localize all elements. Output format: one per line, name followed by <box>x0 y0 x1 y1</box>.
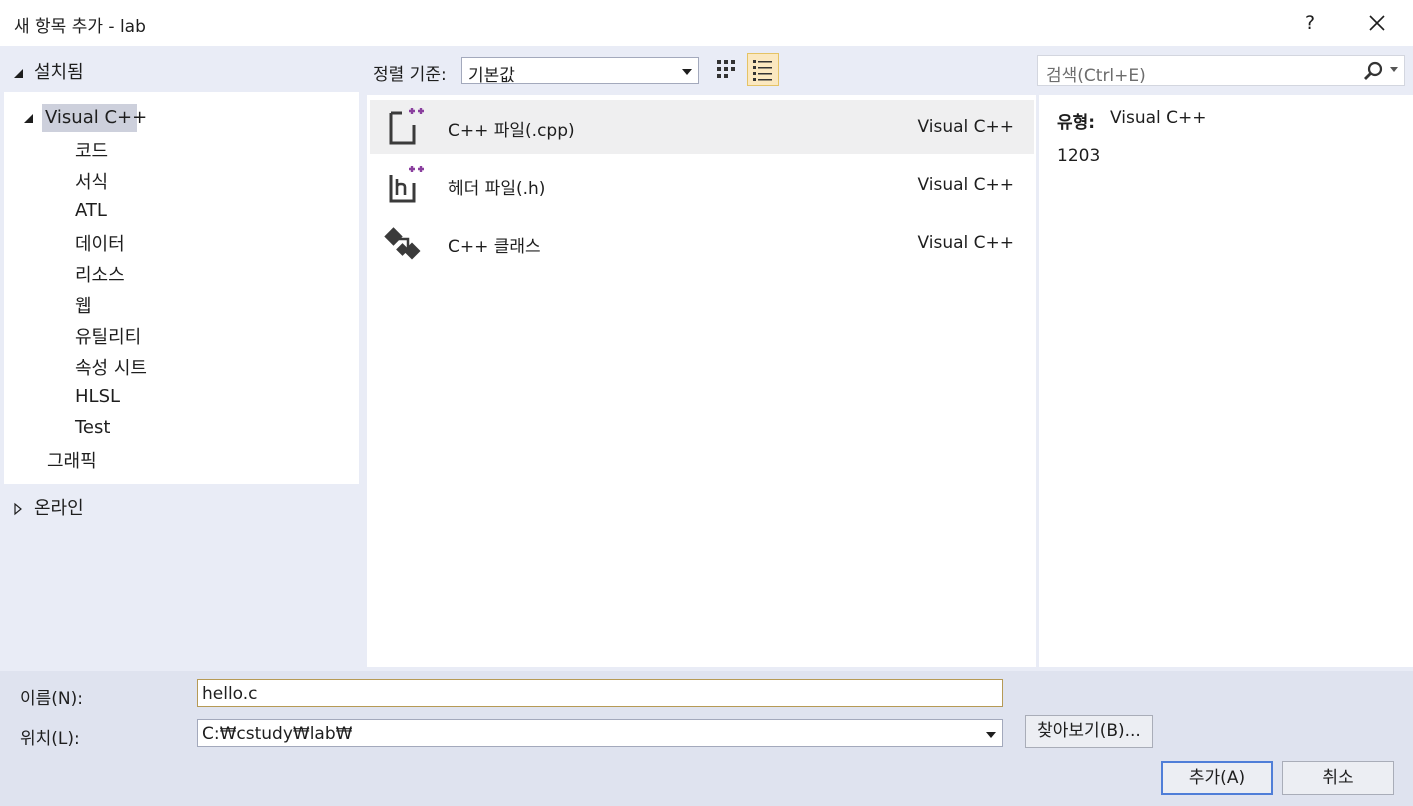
name-value: hello.c <box>202 684 258 704</box>
tree-node-hlsl[interactable]: HLSL <box>75 386 120 407</box>
location-combobox[interactable]: C:₩cstudy₩lab₩ <box>197 719 1003 747</box>
dropdown-arrow-icon <box>682 69 692 75</box>
list-item[interactable]: C++ 파일(.cpp) Visual C++ <box>370 100 1034 154</box>
small-icons-view-button[interactable] <box>714 56 740 84</box>
close-button[interactable] <box>1362 8 1392 38</box>
grid-view-icon <box>717 60 735 78</box>
installed-label: 설치됨 <box>34 62 84 83</box>
cancel-button[interactable]: 취소 <box>1282 761 1394 795</box>
name-label: 이름(N): <box>20 689 83 709</box>
list-item[interactable]: 헤더 파일(.h) Visual C++ <box>370 158 1034 212</box>
tree-node-atl[interactable]: ATL <box>75 200 107 221</box>
tree-node-code[interactable]: 코드 <box>75 137 108 163</box>
tree-node-property-sheet[interactable]: 속성 시트 <box>75 354 147 380</box>
search-placeholder: 검색(Ctrl+E) <box>1046 66 1146 86</box>
item-language: Visual C++ <box>917 233 1014 253</box>
cpp-file-icon <box>389 108 424 145</box>
name-input[interactable]: hello.c <box>197 679 1003 707</box>
title-bar <box>0 0 1413 46</box>
details-view-button[interactable] <box>747 53 779 86</box>
details-panel <box>1039 95 1413 667</box>
tree-node-graphics[interactable]: 그래픽 <box>47 447 97 473</box>
tree-node-format[interactable]: 서식 <box>75 168 108 194</box>
search-icon[interactable] <box>1362 60 1384 82</box>
search-input[interactable]: 검색(Ctrl+E) <box>1037 55 1405 86</box>
location-value: C:₩cstudy₩lab₩ <box>202 724 353 744</box>
tree-node-web[interactable]: 웹 <box>75 292 92 318</box>
item-language: Visual C++ <box>917 117 1014 137</box>
sort-value: 기본값 <box>468 66 515 86</box>
item-description: 1203 <box>1057 146 1101 166</box>
online-label: 온라인 <box>34 498 84 519</box>
template-tree <box>4 92 359 484</box>
expanded-triangle-icon <box>14 69 23 78</box>
tree-node-visual-cpp[interactable]: Visual C++ <box>42 104 147 132</box>
sort-dropdown[interactable]: 기본값 <box>461 57 699 86</box>
online-node[interactable]: 온라인 <box>12 494 84 520</box>
add-button[interactable]: 추가(A) <box>1161 761 1273 795</box>
tree-node-utility[interactable]: 유틸리티 <box>75 323 141 349</box>
list-view-icon <box>753 60 772 81</box>
window-title: 새 항목 추가 - lab <box>14 17 146 37</box>
installed-node[interactable]: 설치됨 <box>12 58 84 84</box>
expanded-triangle-icon[interactable] <box>22 111 36 125</box>
item-name: C++ 클래스 <box>448 237 541 257</box>
item-name: C++ 파일(.cpp) <box>448 121 575 141</box>
browse-button[interactable]: 찾아보기(B)... <box>1025 715 1153 748</box>
dropdown-arrow-icon[interactable] <box>986 732 996 738</box>
sort-label: 정렬 기준: <box>373 65 447 85</box>
type-value: Visual C++ <box>1110 108 1207 128</box>
item-language: Visual C++ <box>917 175 1014 195</box>
tree-node-data[interactable]: 데이터 <box>75 230 125 256</box>
tree-node-resource[interactable]: 리소스 <box>75 261 125 287</box>
type-label: 유형: <box>1057 113 1096 133</box>
search-options-arrow-icon[interactable] <box>1390 67 1398 72</box>
header-file-icon <box>389 166 424 203</box>
tree-node-test[interactable]: Test <box>75 417 110 438</box>
help-button[interactable]: ? <box>1295 8 1325 38</box>
list-item[interactable]: C++ 클래스 Visual C++ <box>370 216 1034 270</box>
item-name: 헤더 파일(.h) <box>448 179 546 199</box>
location-label: 위치(L): <box>20 729 80 749</box>
cpp-class-icon <box>384 227 421 260</box>
collapsed-triangle-icon <box>14 502 22 516</box>
close-icon <box>1369 15 1385 31</box>
